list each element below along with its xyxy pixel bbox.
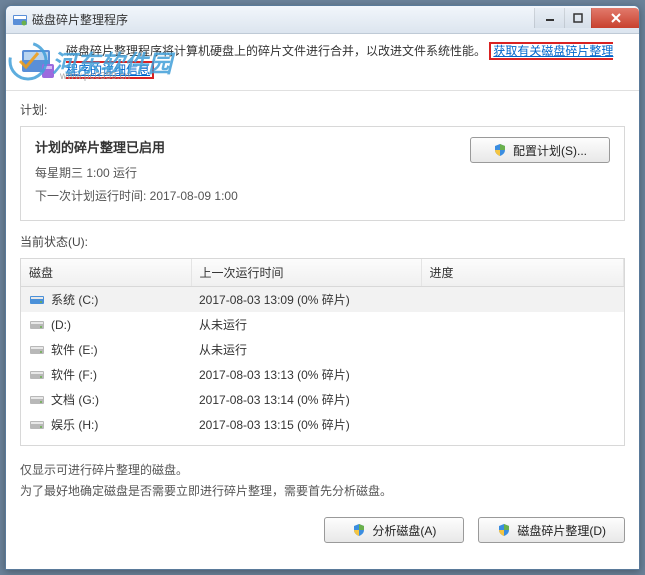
drive-icon xyxy=(29,394,45,406)
hint-line-2: 为了最好地确定磁盘是否需要立即进行碎片整理，需要首先分析磁盘。 xyxy=(20,481,625,501)
status-label: 当前状态(U): xyxy=(20,233,625,250)
drive-icon xyxy=(29,344,45,356)
minimize-icon xyxy=(545,13,555,23)
app-icon xyxy=(20,44,56,80)
plan-next-run: 下一次计划运行时间: 2017-08-09 1:00 xyxy=(35,187,450,204)
defrag-button[interactable]: 磁盘碎片整理(D) xyxy=(478,517,625,543)
shield-icon xyxy=(352,523,366,537)
col-disk[interactable]: 磁盘 xyxy=(21,259,191,287)
table-row[interactable]: 软件 (F:) 2017-08-03 13:13 (0% 碎片) xyxy=(21,362,624,387)
app-icon-small xyxy=(12,12,28,28)
maximize-icon xyxy=(573,13,583,23)
table-row[interactable]: 软件 (E:) 从未运行 xyxy=(21,337,624,362)
last-run-cell: 2017-08-03 13:13 (0% 碎片) xyxy=(191,362,421,387)
header-text: 磁盘碎片整理程序将计算机硬盘上的碎片文件进行合并，以改进文件系统性能。 获取有关… xyxy=(66,42,625,80)
table-row[interactable]: 文档 (G:) 2017-08-03 13:14 (0% 碎片) xyxy=(21,387,624,412)
close-button[interactable] xyxy=(591,8,639,28)
drive-icon xyxy=(29,369,45,381)
shield-icon xyxy=(493,143,507,157)
configure-plan-button[interactable]: 配置计划(S)... xyxy=(470,137,610,163)
drive-icon xyxy=(29,419,45,431)
close-icon xyxy=(610,12,622,24)
header-desc: 磁盘碎片整理程序将计算机硬盘上的碎片文件进行合并，以改进文件系统性能。 xyxy=(66,44,486,58)
last-run-cell: 2017-08-03 13:14 (0% 碎片) xyxy=(191,387,421,412)
shield-icon xyxy=(497,523,511,537)
hint-text: 仅显示可进行碎片整理的磁盘。 为了最好地确定磁盘是否需要立即进行碎片整理，需要首… xyxy=(20,460,625,501)
table-row[interactable]: 系统 (C:) 2017-08-03 13:09 (0% 碎片) xyxy=(21,287,624,313)
plan-schedule: 每星期三 1:00 运行 xyxy=(35,164,450,181)
last-run-cell: 2017-08-03 13:09 (0% 碎片) xyxy=(191,287,421,313)
progress-cell xyxy=(421,387,624,412)
progress-cell xyxy=(421,337,624,362)
maximize-button[interactable] xyxy=(564,8,591,28)
disk-name: 软件 (F:) xyxy=(51,366,97,383)
titlebar[interactable]: 磁盘碎片整理程序 xyxy=(6,6,639,34)
disk-table-container[interactable]: 磁盘 上一次运行时间 进度 系统 (C:) 2017-08-03 13:09 (0… xyxy=(20,258,625,446)
col-progress[interactable]: 进度 xyxy=(421,259,624,287)
header: 磁盘碎片整理程序将计算机硬盘上的碎片文件进行合并，以改进文件系统性能。 获取有关… xyxy=(6,34,639,91)
defrag-window: 磁盘碎片整理程序 磁盘碎片整理程序将计算机硬盘上的碎片文件进行合并，以改进文件系… xyxy=(5,5,640,570)
drive-icon xyxy=(29,319,45,331)
plan-info: 计划的碎片整理已启用 每星期三 1:00 运行 下一次计划运行时间: 2017-… xyxy=(35,137,450,210)
action-buttons: 分析磁盘(A) 磁盘碎片整理(D) xyxy=(20,517,625,543)
content-area: 计划: 计划的碎片整理已启用 每星期三 1:00 运行 下一次计划运行时间: 2… xyxy=(6,91,639,569)
window-title: 磁盘碎片整理程序 xyxy=(32,11,534,28)
last-run-cell: 从未运行 xyxy=(191,337,421,362)
progress-cell xyxy=(421,362,624,387)
analyze-button[interactable]: 分析磁盘(A) xyxy=(324,517,464,543)
disk-name: (D:) xyxy=(51,318,71,332)
window-controls xyxy=(534,8,639,28)
plan-label: 计划: xyxy=(20,101,625,118)
plan-box: 计划的碎片整理已启用 每星期三 1:00 运行 下一次计划运行时间: 2017-… xyxy=(20,126,625,221)
col-last-run[interactable]: 上一次运行时间 xyxy=(191,259,421,287)
table-row[interactable]: (D:) 从未运行 xyxy=(21,312,624,337)
progress-cell xyxy=(421,412,624,437)
disk-name: 娱乐 (H:) xyxy=(51,416,98,433)
disk-name: 软件 (E:) xyxy=(51,341,98,358)
disk-name: 系统 (C:) xyxy=(51,291,98,308)
disk-name: 文档 (G:) xyxy=(51,391,99,408)
table-row[interactable]: 娱乐 (H:) 2017-08-03 13:15 (0% 碎片) xyxy=(21,412,624,437)
progress-cell xyxy=(421,287,624,313)
drive-icon xyxy=(29,294,45,306)
plan-status-title: 计划的碎片整理已启用 xyxy=(35,137,450,156)
hint-line-1: 仅显示可进行碎片整理的磁盘。 xyxy=(20,460,625,480)
last-run-cell: 2017-08-03 13:15 (0% 碎片) xyxy=(191,412,421,437)
disk-table: 磁盘 上一次运行时间 进度 系统 (C:) 2017-08-03 13:09 (0… xyxy=(21,259,624,437)
last-run-cell: 从未运行 xyxy=(191,312,421,337)
progress-cell xyxy=(421,312,624,337)
minimize-button[interactable] xyxy=(534,8,564,28)
